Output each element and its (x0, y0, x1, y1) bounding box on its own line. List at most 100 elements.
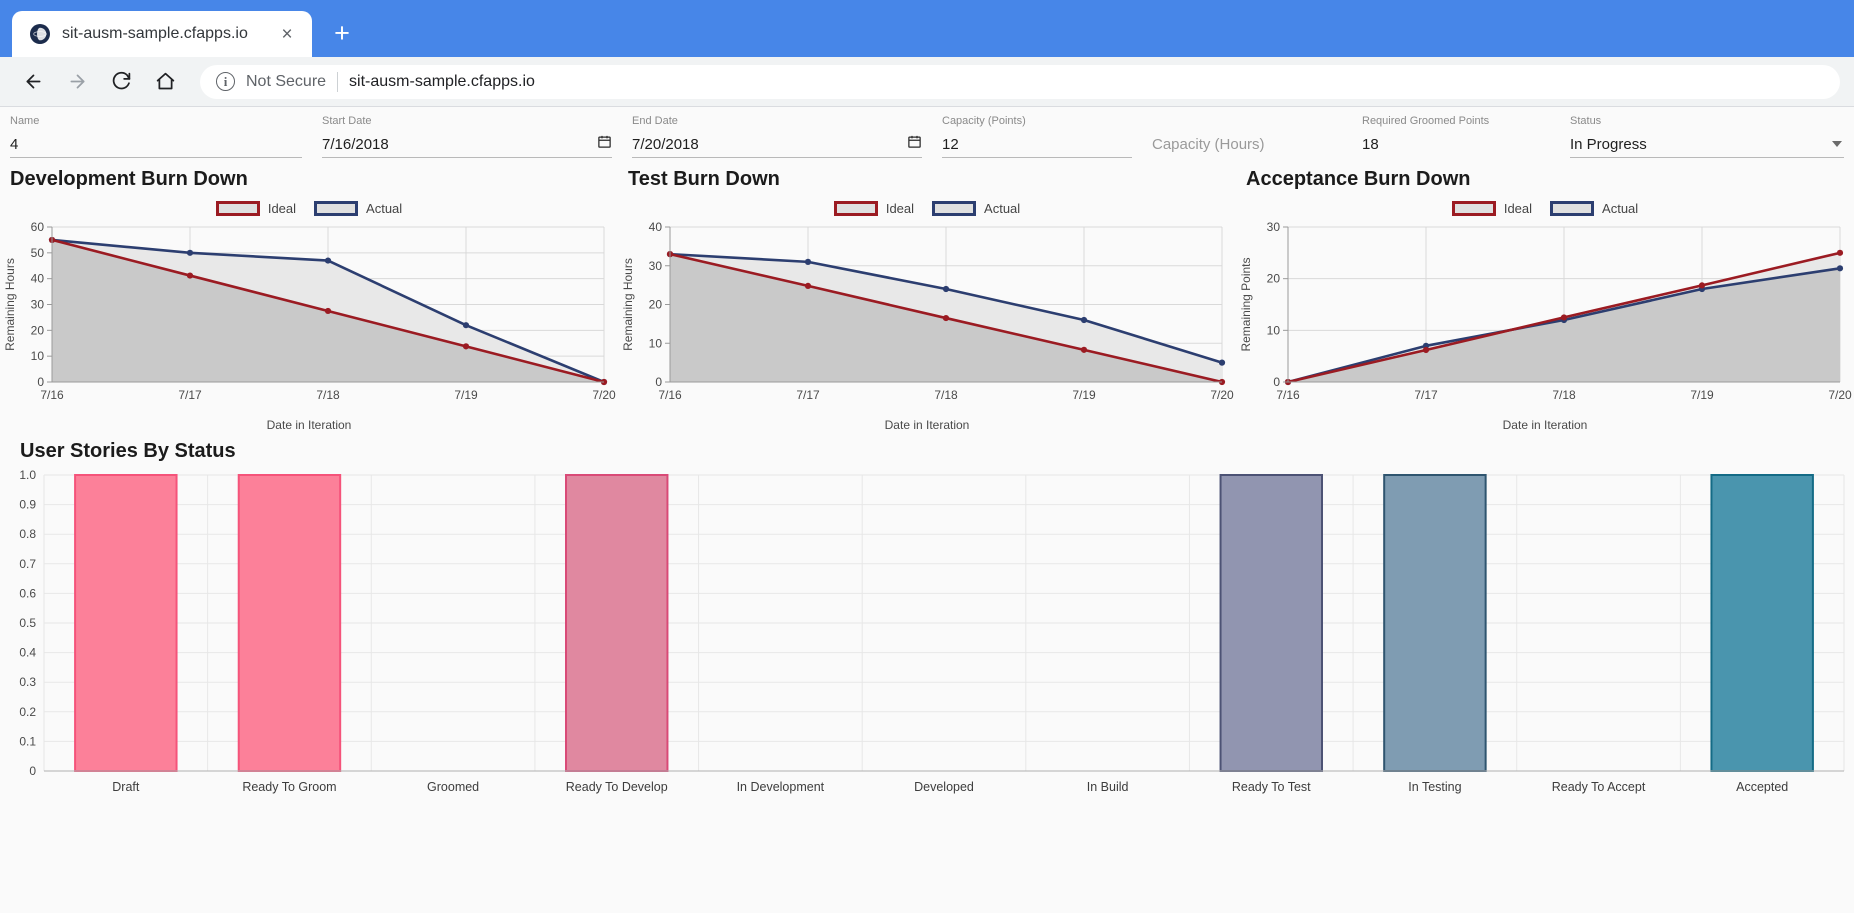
svg-text:7/19: 7/19 (1072, 388, 1096, 402)
legend-item-ideal: Ideal (833, 200, 915, 216)
svg-text:Ready To Accept: Ready To Accept (1552, 780, 1646, 794)
svg-text:50: 50 (31, 246, 45, 260)
field-label: End Date (632, 115, 678, 127)
capacity-hours-input[interactable]: Capacity (Hours) (1152, 136, 1265, 153)
svg-text:0.6: 0.6 (19, 586, 36, 600)
svg-text:30: 30 (1267, 221, 1281, 234)
svg-text:Developed: Developed (914, 780, 974, 794)
field-capacity-points[interactable]: Capacity (Points) 12 (932, 115, 1142, 158)
required-groomed-points-input[interactable]: 18 (1362, 136, 1379, 153)
chevron-down-icon[interactable] (1832, 141, 1842, 147)
name-input[interactable]: 4 (10, 136, 18, 153)
field-name[interactable]: Name 4 (0, 115, 312, 158)
legend-item-actual: Actual (1550, 200, 1639, 216)
iteration-form: Name 4 Start Date 7/16/2018 End Date 7/2… (0, 107, 1854, 158)
svg-text:Accepted: Accepted (1736, 780, 1788, 794)
field-capacity-hours[interactable]: Capacity (Hours) (1142, 115, 1352, 158)
svg-text:0.7: 0.7 (19, 557, 36, 571)
home-icon[interactable] (146, 63, 184, 101)
field-label: Required Groomed Points (1362, 115, 1490, 127)
svg-text:0: 0 (37, 375, 44, 389)
svg-text:0: 0 (29, 764, 36, 778)
legend-swatch-ideal (833, 200, 878, 216)
svg-text:0.3: 0.3 (19, 675, 36, 689)
svg-text:0.8: 0.8 (19, 527, 36, 541)
legend-label: Actual (366, 200, 403, 216)
svg-text:0.2: 0.2 (19, 705, 36, 719)
svg-text:7/19: 7/19 (454, 388, 478, 402)
legend-item-actual: Actual (314, 200, 403, 216)
svg-text:7/16: 7/16 (1276, 388, 1300, 402)
svg-text:Ready To Groom: Ready To Groom (242, 780, 336, 794)
forward-icon[interactable] (58, 63, 96, 101)
bar-chart-plot-area: 0 0.1 0.2 0.3 0.4 0.5 0.6 0.7 0.8 0.9 1.0 Draft Read… (19, 468, 1845, 794)
legend-label: Ideal (885, 200, 915, 216)
svg-text:20: 20 (649, 298, 663, 312)
svg-text:7/18: 7/18 (1552, 388, 1576, 402)
start-date-input[interactable]: 7/16/2018 (322, 136, 389, 153)
status-select-value[interactable]: In Progress (1570, 136, 1647, 153)
reload-icon[interactable] (102, 63, 140, 101)
svg-text:7/19: 7/19 (1690, 388, 1714, 402)
field-status[interactable]: Status In Progress (1560, 115, 1854, 158)
legend-item-actual: Actual (932, 200, 1020, 216)
svg-text:7/17: 7/17 (796, 388, 820, 402)
field-label: Name (10, 115, 40, 127)
svg-text:40: 40 (649, 221, 663, 234)
chart-acceptance-burn-down: Acceptance Burn Down Ideal Actual 0 10 20 3… (1236, 168, 1854, 432)
svg-text:Groomed: Groomed (427, 780, 479, 794)
address-bar[interactable]: i Not Secure sit-ausm-sample.cfapps.io (200, 64, 1840, 99)
x-axis-title: Date in Iteration (266, 418, 352, 432)
field-label (1152, 115, 1342, 127)
svg-text:0.1: 0.1 (19, 734, 36, 748)
svg-text:40: 40 (31, 272, 45, 286)
close-icon[interactable]: × (276, 23, 298, 45)
legend-swatch-actual (1550, 200, 1595, 216)
info-icon[interactable]: i (216, 72, 235, 91)
svg-text:7/18: 7/18 (316, 388, 340, 402)
legend-label: Actual (1602, 200, 1639, 216)
field-start-date[interactable]: Start Date 7/16/2018 (312, 115, 622, 158)
x-axis-title: Date in Iteration (1502, 418, 1588, 432)
chart-legend: Ideal Actual (0, 195, 618, 221)
chart-legend: Ideal Actual (1236, 195, 1854, 221)
svg-text:0: 0 (1273, 375, 1280, 389)
field-label: Start Date (322, 115, 372, 127)
chart-title: User Stories By Status (20, 440, 236, 462)
svg-text:In Build: In Build (1087, 780, 1129, 794)
svg-text:7/18: 7/18 (934, 388, 958, 402)
new-tab-button[interactable]: + (322, 13, 362, 53)
svg-text:7/20: 7/20 (1210, 388, 1234, 402)
field-label: Capacity (Points) (942, 115, 1026, 127)
svg-text:7/20: 7/20 (1828, 388, 1852, 402)
legend-label: Ideal (1503, 200, 1533, 216)
chart-title: Acceptance Burn Down (1246, 168, 1471, 190)
back-icon[interactable] (14, 63, 52, 101)
svg-text:In Development: In Development (737, 780, 825, 794)
svg-text:0.5: 0.5 (19, 616, 36, 630)
svg-text:Remaining Hours: Remaining Hours (621, 258, 635, 351)
calendar-icon[interactable] (597, 134, 612, 154)
field-required-groomed-points[interactable]: Required Groomed Points 18 (1352, 115, 1560, 158)
app-page: Name 4 Start Date 7/16/2018 End Date 7/2… (0, 107, 1854, 913)
field-end-date[interactable]: End Date 7/20/2018 (622, 115, 932, 158)
svg-text:10: 10 (31, 349, 45, 363)
capacity-points-input[interactable]: 12 (942, 136, 959, 153)
divider (337, 71, 339, 92)
chart-development-burn-down: Development Burn Down Ideal Actual 0 10 20… (0, 168, 618, 432)
field-label: Status (1570, 115, 1602, 127)
svg-text:30: 30 (649, 259, 663, 273)
calendar-icon[interactable] (907, 134, 922, 154)
svg-text:Ready To Develop: Ready To Develop (566, 780, 668, 794)
chart-plot-area: 0 10 20 30 40 7/16 7/17 7/18 7/19 7/20 Remaining H… (621, 221, 1234, 402)
browser-tab[interactable]: sit-ausm-sample.cfapps.io × (12, 11, 312, 57)
svg-text:0.9: 0.9 (19, 498, 36, 512)
end-date-input[interactable]: 7/20/2018 (632, 136, 699, 153)
legend-swatch-ideal (1451, 200, 1496, 216)
svg-text:10: 10 (1267, 323, 1281, 337)
svg-text:Remaining Hours: Remaining Hours (3, 258, 17, 351)
svg-text:10: 10 (649, 336, 663, 350)
legend-swatch-ideal (215, 200, 260, 216)
legend-swatch-actual (932, 200, 977, 216)
x-axis-title: Date in Iteration (884, 418, 970, 432)
